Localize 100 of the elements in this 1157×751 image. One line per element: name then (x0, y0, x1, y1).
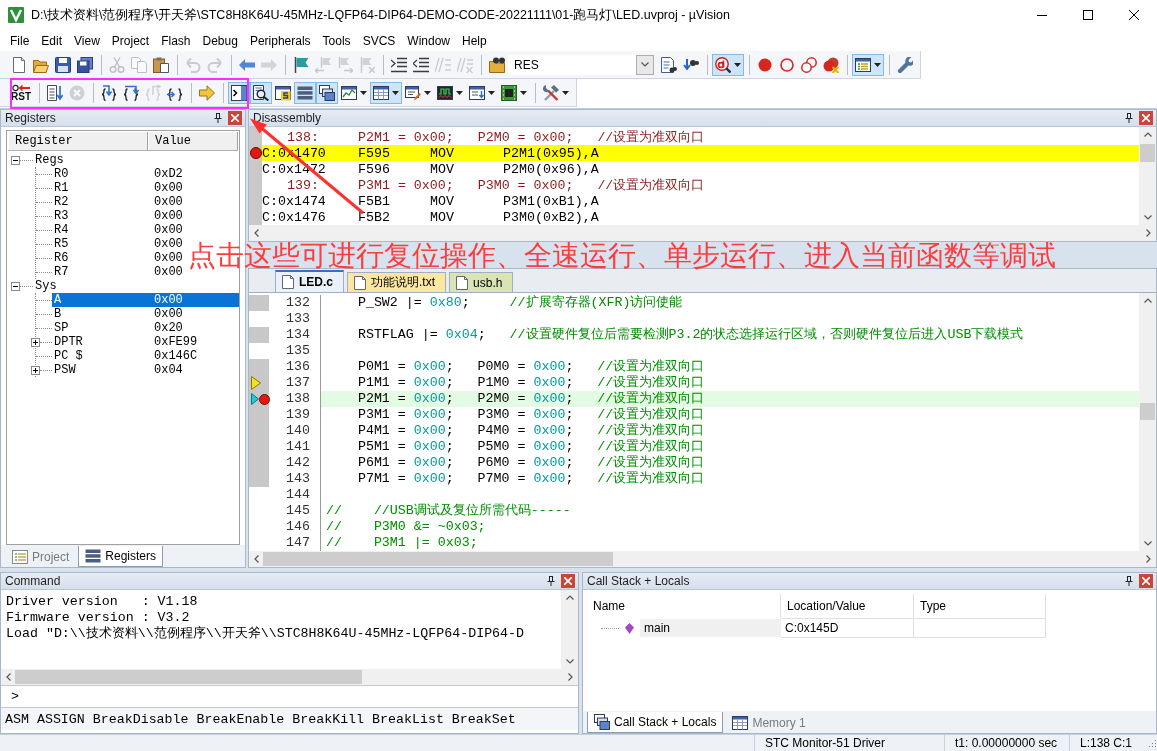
column-header[interactable]: Register (8, 132, 148, 150)
collapse-icon[interactable] (11, 281, 20, 291)
column-header[interactable]: Value (148, 132, 238, 150)
menu-item[interactable]: Debug (196, 30, 244, 51)
debug-session-button[interactable] (712, 53, 744, 76)
menu-item[interactable]: Edit (35, 30, 69, 51)
breakpoint-outline-icon (780, 57, 794, 72)
panel-tab[interactable]: Registers (78, 546, 164, 567)
window-layout-button[interactable] (852, 53, 884, 76)
braces-down-arrow-icon (101, 84, 117, 101)
opcode-text: F5B2 (358, 209, 391, 225)
close-button[interactable] (228, 111, 242, 125)
close-icon (1129, 10, 1139, 20)
search-field[interactable]: RES (508, 54, 636, 75)
scrollbar-thumb[interactable] (1140, 143, 1155, 162)
menu-item[interactable]: View (68, 30, 106, 51)
command-window-button[interactable] (228, 81, 250, 104)
memory-window-button[interactable] (370, 81, 402, 104)
code-line: // P3M0 &= ~0x03; (325, 519, 487, 535)
pin-icon[interactable] (1125, 576, 1133, 586)
call-stack-window-button[interactable] (316, 81, 338, 104)
chevron-up-icon[interactable] (1143, 298, 1152, 303)
pin-icon[interactable] (547, 576, 555, 586)
line-number: 133 (273, 311, 321, 327)
register-name: R0 (53, 167, 70, 181)
register-value: 0x00 (154, 265, 184, 279)
chevron-up-icon[interactable] (565, 595, 574, 600)
code-line: P5M1 = 0x00; P5M0 = 0x00; //设置为准双向口 (356, 439, 706, 455)
chevron-right-icon[interactable] (1146, 555, 1151, 563)
vertical-scrollbar[interactable] (561, 590, 578, 669)
forward-arrow-icon (261, 58, 277, 71)
editor-tab[interactable]: usb.h (449, 272, 514, 292)
stop-icon (69, 84, 85, 101)
register-name: R3 (53, 209, 70, 223)
pin-icon[interactable] (214, 113, 222, 123)
save-all-icon (77, 56, 93, 73)
menu-item[interactable]: Help (456, 30, 493, 51)
status-text: STC Monitor-51 Driver (754, 734, 944, 751)
line-number: 132 (273, 295, 321, 311)
vertical-scrollbar[interactable] (1139, 127, 1156, 225)
panel-title: Registers (5, 111, 57, 125)
code-line: P_SW2 |= 0x80; //扩展寄存器(XFR)访问使能 (356, 295, 684, 311)
register-name: R7 (53, 265, 70, 279)
window-pen-icon (405, 84, 421, 101)
chevron-right-icon[interactable] (568, 673, 573, 681)
chevron-left-icon[interactable] (6, 673, 11, 681)
horizontal-scrollbar[interactable] (1, 669, 578, 685)
menu-item[interactable]: Peripherals (243, 30, 317, 51)
chevron-up-icon[interactable] (1143, 132, 1152, 137)
menu-item[interactable]: SVCS (356, 30, 402, 51)
selected-row[interactable]: A 0x00 (52, 293, 239, 307)
chevron-down-icon[interactable] (565, 659, 574, 664)
register-value: 0x00 (154, 181, 184, 195)
close-button[interactable] (1139, 574, 1153, 588)
close-button[interactable] (561, 574, 575, 588)
menu-item[interactable]: Project (105, 30, 156, 51)
vertical-scrollbar[interactable] (1139, 293, 1156, 551)
address-text: C:0x1476 (262, 209, 327, 225)
output-line: Firmware version : V3.2 (6, 610, 191, 626)
registers-window-button[interactable] (294, 81, 316, 104)
horizontal-scrollbar[interactable] (249, 225, 1156, 241)
close-button[interactable] (1139, 111, 1153, 125)
expand-icon[interactable] (31, 365, 40, 375)
editor-tab[interactable]: LED.c (275, 270, 344, 292)
chevron-left-icon[interactable] (254, 555, 259, 563)
scrollbar-thumb[interactable] (263, 552, 613, 566)
pin-icon[interactable] (1125, 113, 1133, 123)
expand-icon[interactable] (31, 337, 40, 347)
chevron-left-icon[interactable] (254, 229, 259, 237)
logo-icon (8, 7, 24, 23)
panel-tab[interactable]: Call Stack + Locals (587, 712, 724, 733)
panel-tab[interactable]: Memory 1 (725, 714, 813, 733)
menu-item[interactable]: Window (401, 30, 456, 51)
scrollbar-thumb[interactable] (15, 670, 362, 684)
chevron-down-icon[interactable] (1143, 215, 1152, 220)
chevron-right-icon[interactable] (1146, 229, 1151, 237)
code-line: P6M1 = 0x00; P6M0 = 0x00; //设置为准双向口 (356, 455, 706, 471)
register-name: R4 (53, 223, 70, 237)
function-name[interactable]: main (640, 619, 781, 637)
collapse-icon[interactable] (11, 155, 20, 165)
reset-button[interactable]: RST (8, 81, 34, 104)
panel-tab[interactable]: Project (5, 548, 77, 567)
scrollbar-thumb[interactable] (1140, 402, 1155, 420)
menu-item[interactable]: Tools (316, 30, 357, 51)
annotation-text: 点击这些可进行复位操作、全速运行、单步运行、进入当前函数等调试 (188, 243, 1056, 268)
caret-icon (360, 90, 367, 95)
code-editor[interactable] (249, 293, 1139, 551)
menu-item[interactable]: Flash (155, 30, 197, 51)
horizontal-scrollbar[interactable] (249, 551, 1156, 567)
flag-forward-icon (337, 56, 353, 73)
comment-lines-icon (435, 56, 451, 73)
menu-item[interactable]: File (4, 30, 36, 51)
editor-tab[interactable]: 功能说明.txt (347, 272, 447, 292)
breakpoint-kill-icon (823, 56, 839, 73)
register-name: PSW (53, 363, 77, 377)
prompt-window-icon (231, 84, 247, 101)
register-name: Regs (34, 153, 65, 167)
chevron-down-icon[interactable] (1143, 541, 1152, 546)
register-name: R6 (53, 251, 70, 265)
disassembly-window-button[interactable] (250, 81, 272, 104)
